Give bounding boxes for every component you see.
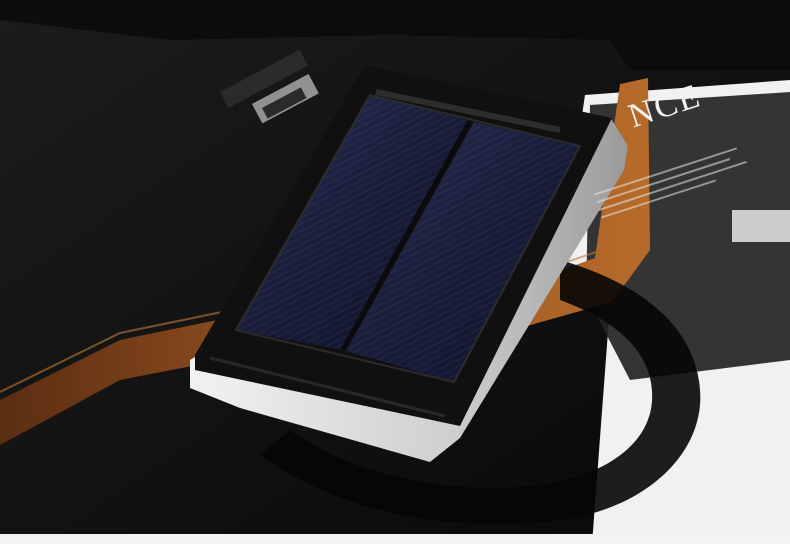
- bottom-border: [0, 534, 790, 544]
- magazine-inset-image: [732, 210, 790, 242]
- photo-scene: NCE: [0, 0, 790, 544]
- scene-illustration: [0, 0, 790, 544]
